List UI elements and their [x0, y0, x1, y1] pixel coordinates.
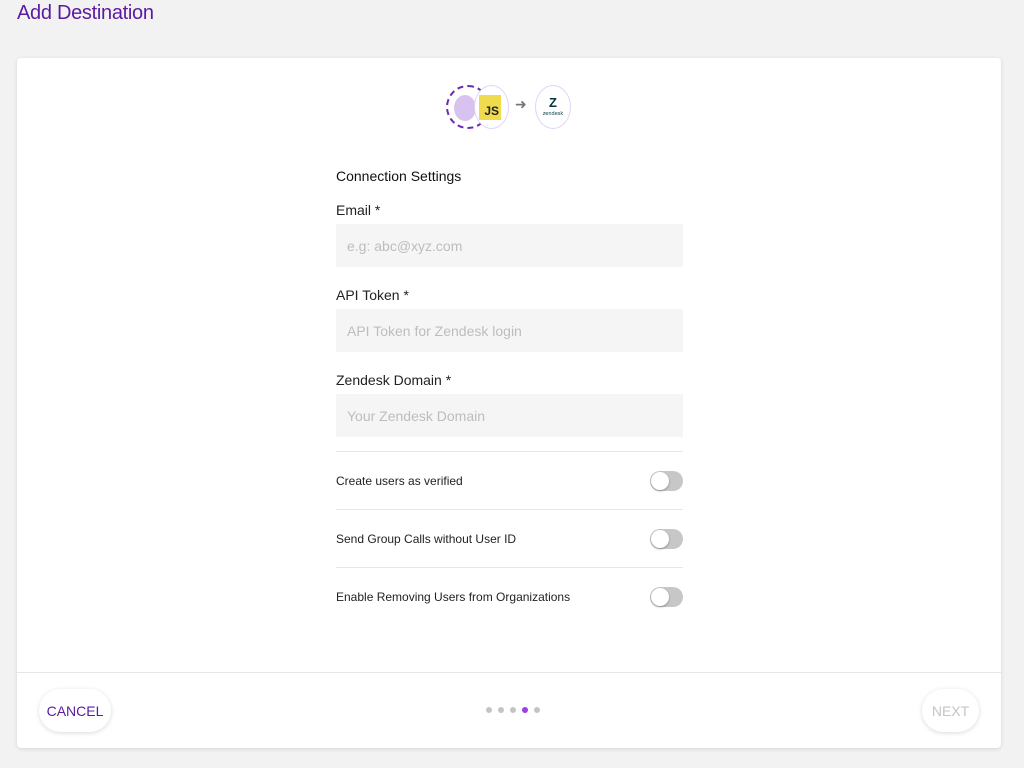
- step-indicator: [486, 707, 540, 713]
- toggle-knob: [651, 471, 669, 490]
- step-dot: [534, 707, 540, 713]
- email-label: Email *: [336, 202, 381, 218]
- page-title: Add Destination: [17, 2, 154, 24]
- send-group-calls-toggle[interactable]: [650, 528, 683, 549]
- zendesk-domain-field[interactable]: [336, 394, 683, 437]
- step-dot: [498, 707, 504, 713]
- create-users-verified-toggle[interactable]: [650, 470, 683, 491]
- toggle-knob: [651, 587, 669, 606]
- toggle-label: Create users as verified: [336, 473, 463, 488]
- section-title: Connection Settings: [336, 168, 462, 184]
- step-dot: [486, 707, 492, 713]
- footer-divider: [17, 672, 1001, 673]
- add-destination-card: JS ➜ Z zendesk Connection Settings Email…: [17, 58, 1001, 748]
- toggle-knob: [651, 529, 669, 548]
- toggle-row-remove-users-orgs: Enable Removing Users from Organizations: [336, 568, 683, 625]
- cancel-button[interactable]: CANCEL: [39, 689, 111, 732]
- next-button[interactable]: NEXT: [922, 689, 979, 732]
- email-field[interactable]: [336, 224, 683, 267]
- zendesk-logo-text: zendesk: [542, 111, 564, 117]
- api-token-field[interactable]: [336, 309, 683, 352]
- step-dot: [510, 707, 516, 713]
- connection-logos: JS ➜ Z zendesk: [445, 84, 575, 132]
- remove-users-organizations-toggle[interactable]: [650, 586, 683, 607]
- javascript-icon: JS: [479, 95, 501, 120]
- zendesk-icon: Z: [549, 95, 557, 110]
- zendesk-domain-label: Zendesk Domain *: [336, 372, 452, 388]
- toggle-row-send-group-calls: Send Group Calls without User ID: [336, 510, 683, 567]
- step-dot-active: [522, 707, 528, 713]
- toggle-label: Enable Removing Users from Organizations: [336, 589, 571, 604]
- source-placeholder-icon: [454, 95, 476, 121]
- connection-settings-form: Connection Settings Email * API Token * …: [336, 166, 683, 625]
- arrow-right-icon: ➜: [515, 97, 527, 113]
- toggle-label: Send Group Calls without User ID: [336, 531, 517, 546]
- zendesk-logo: Z zendesk: [535, 85, 571, 129]
- toggle-row-create-users-verified: Create users as verified: [336, 452, 683, 509]
- api-token-label: API Token *: [336, 287, 409, 303]
